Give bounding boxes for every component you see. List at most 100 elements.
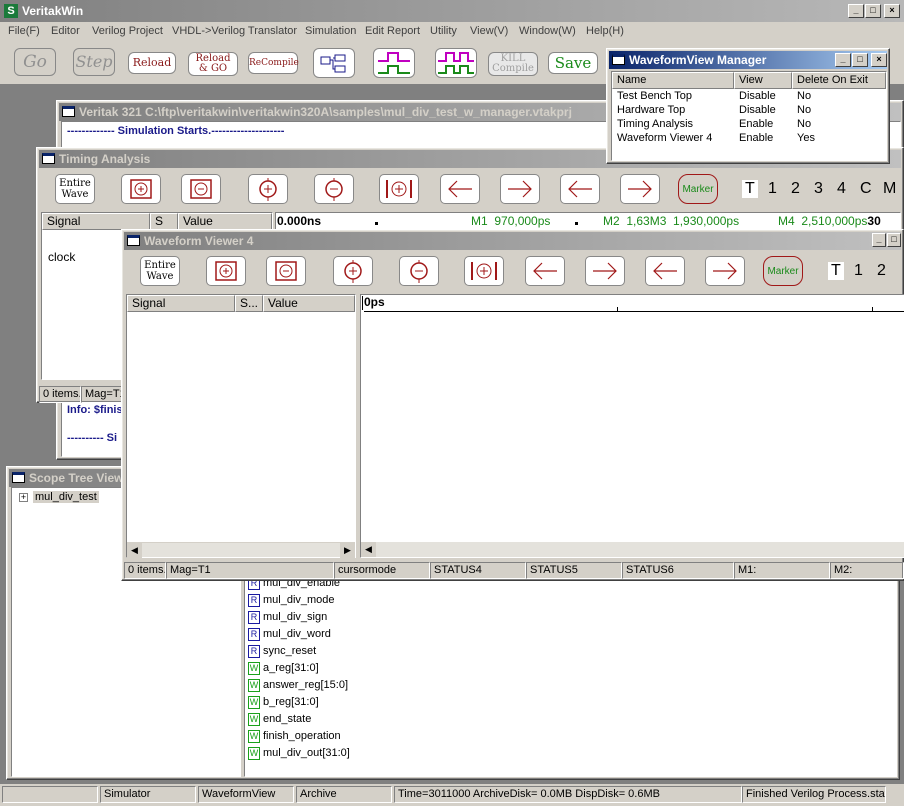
wave4-maximize-button[interactable]: □ — [887, 233, 901, 247]
manager-minimize-button[interactable]: _ — [835, 53, 851, 67]
waveform-manager-window[interactable]: WaveformView Manager _ □ × Name View Del… — [606, 48, 890, 164]
tree-root-item[interactable]: mul_div_test — [33, 491, 99, 503]
wave4-toggle-t[interactable]: T — [828, 262, 844, 280]
timing-toggle-m[interactable]: M — [883, 180, 896, 198]
menu-editor[interactable]: Editor — [51, 25, 80, 37]
wave4-col-value[interactable]: Value — [263, 295, 355, 312]
timing-scroll-left-button[interactable] — [440, 174, 480, 204]
waveform-multi-button[interactable] — [435, 48, 477, 78]
wave4-zoom-out-box-button[interactable] — [266, 256, 306, 286]
scroll-left-icon[interactable]: ◀ — [127, 543, 142, 558]
menu-vhdl-translator[interactable]: VHDL->Verilog Translator — [172, 25, 297, 37]
menu-help[interactable]: Help(H) — [586, 25, 624, 37]
maximize-button[interactable]: □ — [865, 4, 881, 18]
manager-col-name[interactable]: Name — [612, 72, 734, 89]
wave4-left-hscroll[interactable]: ◀ ▶ — [127, 542, 355, 558]
wave4-toggle-2[interactable]: 2 — [877, 262, 886, 280]
menu-verilog-project[interactable]: Verilog Project — [92, 25, 163, 37]
hierarchy-icon — [320, 54, 346, 73]
timing-toggle-4[interactable]: 4 — [837, 180, 846, 198]
reload-button[interactable]: Reload — [128, 52, 176, 74]
timing-signal-clock[interactable]: clock — [48, 250, 75, 264]
wave4-titlebar[interactable]: Waveform Viewer 4 — [124, 232, 901, 250]
menu-utility[interactable]: Utility — [430, 25, 457, 37]
manager-row-1-col-0[interactable]: Hardware Top — [617, 104, 685, 116]
wave4-zoom-fit-button[interactable] — [464, 256, 504, 286]
timing-toggle-t[interactable]: T — [742, 180, 758, 198]
timing-zoom-in-button[interactable] — [248, 174, 288, 204]
timing-toggle-c[interactable]: C — [860, 180, 872, 198]
hierarchy-button[interactable] — [313, 48, 355, 78]
wave4-prev-edge-button[interactable] — [645, 256, 685, 286]
timing-zoom-out-box-button[interactable] — [181, 174, 221, 204]
wave4-next-edge-button[interactable] — [705, 256, 745, 286]
signal-item[interactable]: Wa_reg[31:0] — [248, 660, 319, 677]
waveform-viewer-window[interactable]: Waveform Viewer 4 _ □ Entire Wave Marker T 1… — [121, 229, 904, 581]
wave4-zoom-in-box-button[interactable] — [206, 256, 246, 286]
signal-item[interactable]: Rmul_div_word — [248, 626, 331, 643]
recompile-button[interactable]: ReCompile — [248, 52, 299, 74]
menu-simulation[interactable]: Simulation — [305, 25, 356, 37]
timing-toggle-1[interactable]: 1 — [768, 180, 777, 198]
signal-item[interactable]: Wend_state — [248, 711, 311, 728]
signal-item[interactable]: Rmul_div_sign — [248, 609, 327, 626]
wave4-marker-button[interactable]: Marker — [763, 256, 803, 286]
timing-col-s[interactable]: S — [150, 213, 178, 230]
manager-col-view[interactable]: View — [734, 72, 792, 89]
signal-item[interactable]: Wfinish_operation — [248, 728, 341, 745]
entire-label-2: Wave — [61, 189, 89, 200]
manager-col-delete[interactable]: Delete On Exit — [792, 72, 886, 89]
minimize-button[interactable]: _ — [848, 4, 864, 18]
timing-next-edge-button[interactable] — [620, 174, 660, 204]
wave4-col-signal[interactable]: Signal — [127, 295, 235, 312]
manager-row-0-col-0[interactable]: Test Bench Top — [617, 90, 692, 102]
timing-zoom-fit-button[interactable] — [379, 174, 419, 204]
scroll-left-icon-2[interactable]: ◀ — [361, 542, 376, 557]
menu-edit-report[interactable]: Edit Report — [365, 25, 420, 37]
timing-toggle-3[interactable]: 3 — [814, 180, 823, 198]
timing-prev-edge-button[interactable] — [560, 174, 600, 204]
menu-file[interactable]: File(F) — [8, 25, 40, 37]
timing-time: 0.000ns — [277, 214, 322, 228]
timing-zoom-out-button[interactable] — [314, 174, 354, 204]
wave4-col-s[interactable]: S... — [235, 295, 263, 312]
signal-name: mul_div_word — [263, 628, 331, 640]
manager-maximize-button[interactable]: □ — [852, 53, 868, 67]
timing-scroll-right-button[interactable] — [500, 174, 540, 204]
menu-window[interactable]: Window(W) — [519, 25, 576, 37]
wave4-minimize-button[interactable]: _ — [872, 233, 886, 247]
signal-item[interactable]: Wb_reg[31:0] — [248, 694, 319, 711]
wave4-toggle-1[interactable]: 1 — [854, 262, 863, 280]
signal-item[interactable]: Wanswer_reg[15:0] — [248, 677, 348, 694]
timing-toggle-2[interactable]: 2 — [791, 180, 800, 198]
wave4-scroll-right-button[interactable] — [585, 256, 625, 286]
timing-marker-button[interactable]: Marker — [678, 174, 718, 204]
kill-compile-button[interactable]: KILL Compile — [488, 52, 538, 76]
project-window-icon — [62, 106, 75, 117]
manager-row-3-col-0[interactable]: Waveform Viewer 4 — [617, 132, 712, 144]
timing-col-value[interactable]: Value — [178, 213, 272, 230]
step-button[interactable]: Step — [73, 48, 115, 76]
manager-row-2-col-0[interactable]: Timing Analysis — [617, 118, 693, 130]
wave4-entire-wave-button[interactable]: Entire Wave — [140, 256, 180, 286]
wave4-right-hscroll[interactable]: ◀ — [361, 542, 904, 557]
scroll-right-icon[interactable]: ▶ — [340, 543, 355, 558]
signal-item[interactable]: Rsync_reset — [248, 643, 316, 660]
signal-item[interactable]: Rmul_div_mode — [248, 592, 335, 609]
wave4-zoom-in-button[interactable] — [333, 256, 373, 286]
wave4-scroll-left-button[interactable] — [525, 256, 565, 286]
go-button[interactable]: Go — [14, 48, 56, 76]
menu-view[interactable]: View(V) — [470, 25, 508, 37]
timing-title: Timing Analysis — [59, 152, 151, 166]
reload-go-button[interactable]: Reload & GO — [188, 52, 238, 76]
tree-expand-icon[interactable]: + — [19, 493, 28, 502]
save-button[interactable]: Save — [548, 52, 598, 74]
close-button[interactable]: × — [884, 4, 900, 18]
waveform-button[interactable] — [373, 48, 415, 78]
timing-entire-wave-button[interactable]: Entire Wave — [55, 174, 95, 204]
timing-zoom-in-box-button[interactable] — [121, 174, 161, 204]
wave4-zoom-out-button[interactable] — [399, 256, 439, 286]
timing-col-signal[interactable]: Signal — [42, 213, 150, 230]
manager-close-button[interactable]: × — [871, 53, 887, 67]
signal-item[interactable]: Wmul_div_out[31:0] — [248, 745, 350, 762]
